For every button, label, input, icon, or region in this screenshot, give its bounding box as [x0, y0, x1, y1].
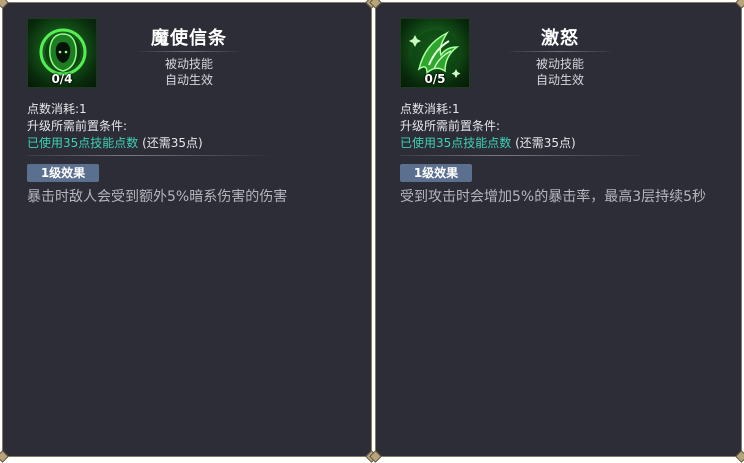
skill-effect-mode: 自动生效: [535, 73, 584, 87]
prereq-status: 已使用35点技能点数: [27, 136, 139, 150]
point-cost: 点数消耗:1: [400, 102, 460, 116]
prereq-label: 升级所需前置条件:: [400, 119, 501, 133]
skill-level-counter: 0/5: [424, 72, 446, 86]
skill-card-right: 0/5 激怒 被动技能 自动生效 点数消耗:1 升级所需前置条件: 已使用35点…: [369, 0, 744, 463]
prereq-line: 已使用35点技能点数 (还需35点): [27, 134, 203, 151]
corner-ornament: [735, 450, 744, 463]
level-effect-description: 受到攻击时会增加5%的暴击率，最高3层持续5秒: [400, 189, 707, 205]
skill-type: 被动技能: [535, 57, 584, 71]
skill-effect-mode: 自动生效: [164, 73, 213, 87]
skill-title: 魔使信条: [151, 28, 227, 49]
prereq-status: 已使用35点技能点数: [400, 136, 512, 150]
prereq-remaining: (还需35点): [142, 136, 203, 150]
prereq-label: 升级所需前置条件:: [27, 119, 128, 133]
title-divider: [134, 51, 244, 52]
level-effect-description: 暴击时敌人会受到额外5%暗系伤害的伤害: [27, 189, 288, 205]
skill-type: 被动技能: [164, 57, 213, 71]
corner-ornament: [0, 0, 9, 9]
prereq-line: 已使用35点技能点数 (还需35点): [400, 134, 576, 151]
level-effect-badge: 1级效果: [400, 164, 472, 182]
skill-card-left: 0/4 魔使信条 被动技能 自动生效 点数消耗:1 升级所需前置条件: 已使用3…: [0, 0, 378, 463]
skill-icon-button[interactable]: 0/4: [27, 18, 97, 88]
skill-level-counter: 0/4: [51, 72, 73, 86]
skill-title: 激怒: [541, 28, 579, 49]
title-divider: [505, 51, 615, 52]
prereq-remaining: (还需35点): [515, 136, 576, 150]
corner-ornament: [735, 0, 744, 9]
skill-icon-button[interactable]: 0/5: [400, 18, 470, 88]
corner-ornament: [0, 450, 9, 463]
section-divider: [27, 155, 273, 156]
point-cost: 点数消耗:1: [27, 102, 87, 116]
level-effect-badge: 1级效果: [27, 164, 99, 182]
section-divider: [400, 155, 646, 156]
